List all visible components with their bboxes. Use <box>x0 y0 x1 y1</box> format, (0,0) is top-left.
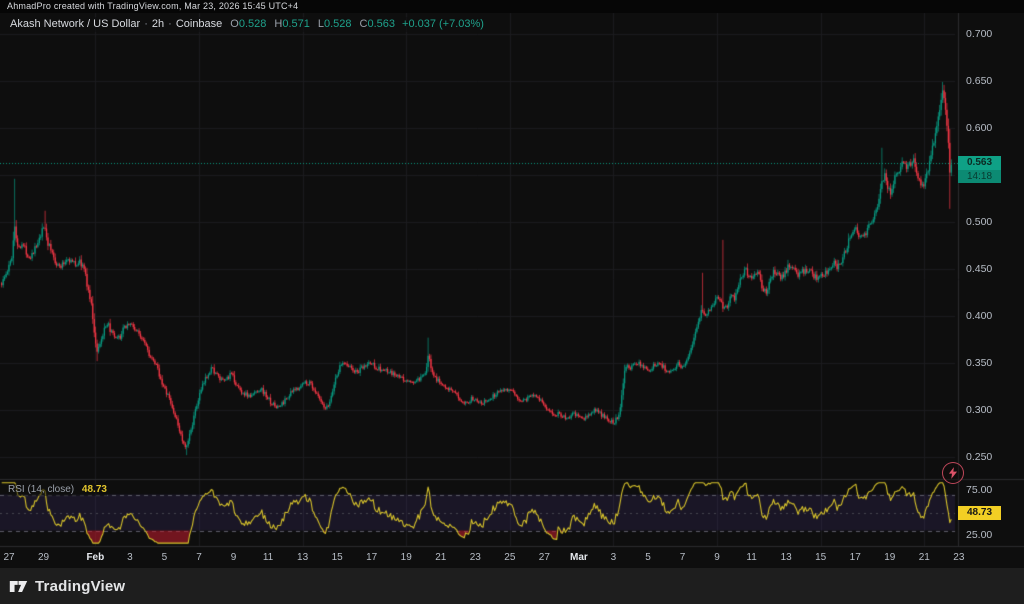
price-tick-label: 0.450 <box>966 263 992 275</box>
time-tick-label: 23 <box>953 552 964 564</box>
symbol-legend[interactable]: Akash Network / US Dollar·2h·CoinbaseO0.… <box>10 17 488 32</box>
price-tick-label: 0.600 <box>966 122 992 134</box>
lightning-button[interactable] <box>942 462 964 484</box>
time-tick-label: 7 <box>680 552 686 564</box>
change-value: +0.037 (+7.03%) <box>402 18 484 30</box>
price-tick-label: 0.250 <box>966 451 992 463</box>
open-value: 0.528 <box>239 18 267 30</box>
last-price-value: 0.563 <box>958 156 1001 170</box>
time-tick-label: 3 <box>127 552 133 564</box>
rsi-tick-label: 25.00 <box>966 529 992 541</box>
rsi-tick-label: 75.00 <box>966 484 992 496</box>
symbol-title: Akash Network / US Dollar <box>10 18 140 30</box>
time-tick-label: 17 <box>850 552 861 564</box>
rsi-params: (14, close) <box>27 484 74 495</box>
price-tick-label: 0.650 <box>966 75 992 87</box>
price-chart-canvas[interactable] <box>0 0 1024 568</box>
time-tick-label: 27 <box>3 552 14 564</box>
rsi-axis-value-label: 48.73 <box>958 506 1001 520</box>
time-tick-label: 19 <box>401 552 412 564</box>
time-tick-label: 9 <box>231 552 237 564</box>
snapshot-credit-bar: AhmadPro created with TradingView.com, M… <box>0 0 1024 13</box>
bar-countdown: 14:18 <box>958 170 1001 183</box>
price-tick-label: 0.300 <box>966 404 992 416</box>
time-tick-label: 21 <box>435 552 446 564</box>
time-tick-label: Feb <box>86 552 104 564</box>
low-value: 0.528 <box>324 18 352 30</box>
time-tick-label: Mar <box>570 552 588 564</box>
time-tick-label: 15 <box>332 552 343 564</box>
time-tick-label: 19 <box>884 552 895 564</box>
snapshot-credit-text: AhmadPro created with TradingView.com, M… <box>7 1 298 11</box>
price-tick-label: 0.700 <box>966 28 992 40</box>
time-tick-label: 5 <box>645 552 651 564</box>
time-tick-label: 23 <box>470 552 481 564</box>
tradingview-logo-icon[interactable] <box>9 579 28 594</box>
rsi-current-value: 48.73 <box>82 484 107 495</box>
time-tick-label: 25 <box>504 552 515 564</box>
time-tick-label: 13 <box>781 552 792 564</box>
time-tick-label: 17 <box>366 552 377 564</box>
time-tick-label: 21 <box>919 552 930 564</box>
price-tick-label: 0.350 <box>966 357 992 369</box>
time-tick-label: 11 <box>263 552 273 564</box>
footer-bar: TradingView <box>0 568 1024 604</box>
last-price-label: 0.563 14:18 <box>958 156 1001 183</box>
time-tick-label: 5 <box>162 552 168 564</box>
rsi-indicator-legend[interactable]: RSI (14, close) 48.73 <box>8 484 107 496</box>
time-tick-label: 3 <box>611 552 617 564</box>
time-tick-label: 9 <box>714 552 720 564</box>
time-tick-label: 27 <box>539 552 550 564</box>
lightning-icon <box>948 467 958 479</box>
rsi-label: RSI <box>8 484 25 495</box>
tradingview-chart-window: AhmadPro created with TradingView.com, M… <box>0 0 1024 604</box>
interval-label: 2h <box>152 18 164 30</box>
tradingview-brand-text[interactable]: TradingView <box>35 578 125 595</box>
open-key: O <box>230 18 239 30</box>
price-axis[interactable] <box>958 13 1024 546</box>
time-tick-label: 7 <box>196 552 202 564</box>
price-tick-label: 0.400 <box>966 310 992 322</box>
time-tick-label: 29 <box>38 552 49 564</box>
legend-separator: · <box>168 18 172 30</box>
time-tick-label: 15 <box>815 552 826 564</box>
time-tick-label: 11 <box>746 552 756 564</box>
close-value: 0.563 <box>367 18 395 30</box>
high-value: 0.571 <box>282 18 310 30</box>
legend-separator: · <box>144 18 148 30</box>
exchange-label: Coinbase <box>176 18 222 30</box>
time-tick-label: 13 <box>297 552 308 564</box>
price-tick-label: 0.500 <box>966 216 992 228</box>
